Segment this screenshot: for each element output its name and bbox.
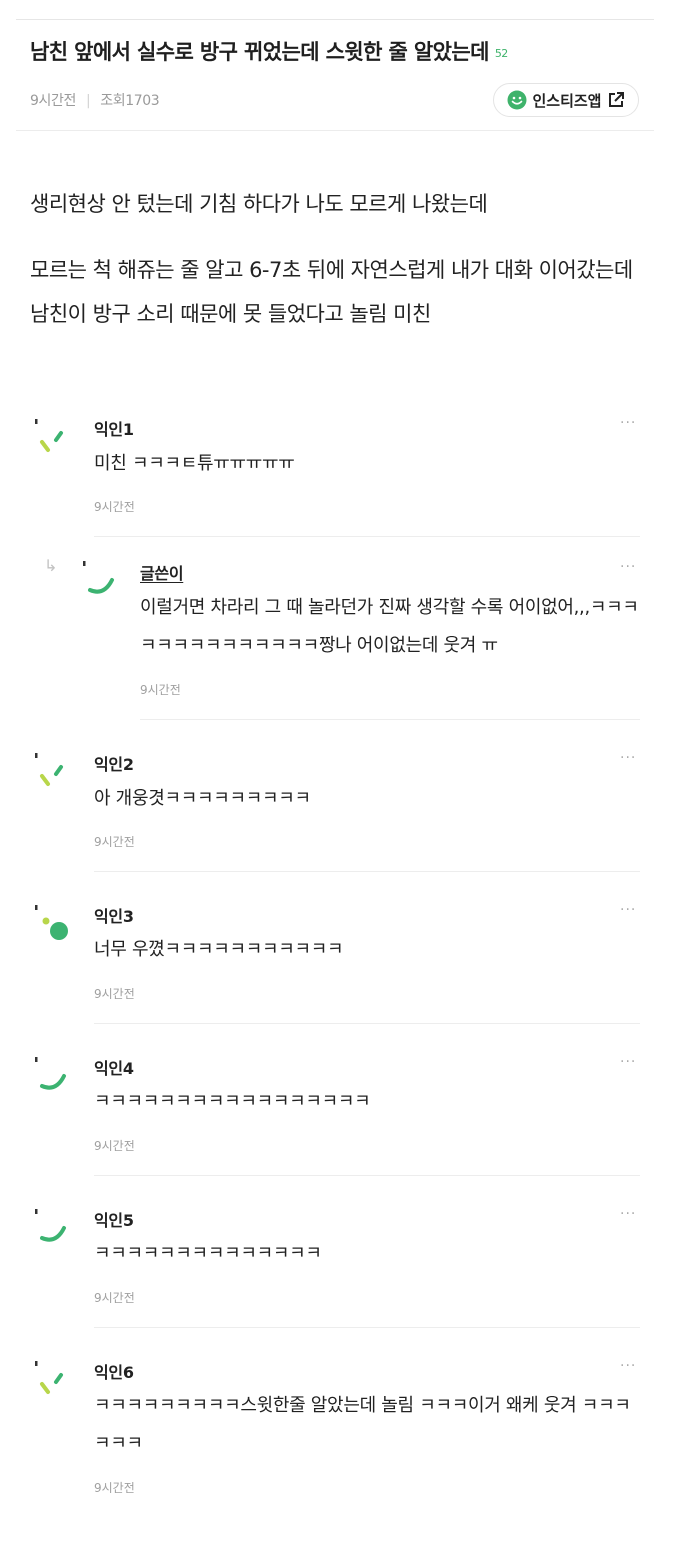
comment-time: 9시간전 <box>94 500 135 514</box>
reply-arrow-icon: ↳ <box>44 556 58 575</box>
comment-text: ㅋㅋㅋㅋㅋㅋㅋㅋㅋㅋㅋㅋㅋㅋ <box>94 1243 322 1264</box>
comment-author[interactable]: 익인4 <box>94 1055 134 1079</box>
more-dots-icon[interactable]: ··· <box>620 559 636 575</box>
comment-author[interactable]: 익인1 <box>94 416 134 440</box>
comment-text: ㅋㅋㅋㅋㅋㅋㅋㅋㅋ스윗한줄 알았는데 놀림 ㅋㅋㅋ이거 왜케 웃겨 ㅋㅋㅋㅋㅋㅋ <box>94 1395 631 1454</box>
more-dots-icon[interactable]: ··· <box>620 415 636 431</box>
avatar-icon <box>35 1361 63 1394</box>
comment-author[interactable]: 익인3 <box>94 903 134 927</box>
comment-author[interactable]: 익인6 <box>94 1359 134 1383</box>
post-body: 생리현상 안 텄는데 기침 하다가 나도 모르게 나왔는데 모르는 척 해쥬는 … <box>30 182 650 358</box>
comment-time: 9시간전 <box>94 1139 135 1153</box>
comment-divider <box>94 1175 640 1176</box>
more-dots-icon[interactable]: ··· <box>620 750 636 766</box>
post-title: 남친 앞에서 실수로 방구 뀌었는데 스윗한 줄 알았는데 52 <box>30 36 508 66</box>
more-dots-icon[interactable]: ··· <box>620 1358 636 1374</box>
header-divider <box>16 130 654 131</box>
comment-divider <box>140 719 640 720</box>
meta-separator: | <box>85 93 91 109</box>
more-dots-icon[interactable]: ··· <box>620 1054 636 1070</box>
open-app-label: 인스티즈앱 <box>532 91 602 110</box>
post-paragraph: 모르는 척 해쥬는 줄 알고 6-7초 뒤에 자연스럽게 내가 대화 이어갔는데… <box>30 258 633 326</box>
comment-author[interactable]: 익인2 <box>94 751 134 775</box>
top-divider <box>16 19 654 20</box>
comment-text: 아 개웅겻ㅋㅋㅋㅋㅋㅋㅋㅋㅋ <box>94 788 311 809</box>
avatar-icon <box>35 1209 66 1242</box>
smile-icon <box>507 90 527 110</box>
comment-divider <box>94 871 640 872</box>
comment-author[interactable]: 익인5 <box>94 1207 134 1231</box>
comment-author[interactable]: 글쓴이 <box>140 560 184 584</box>
more-dots-icon[interactable]: ··· <box>620 1206 636 1222</box>
post-time: 9시간전 <box>30 93 76 109</box>
comment-text: ㅋㅋㅋㅋㅋㅋㅋㅋㅋㅋㅋㅋㅋㅋㅋㅋㅋ <box>94 1091 371 1112</box>
post-views: 조회1703 <box>100 93 160 109</box>
comment-text: 이럴거면 차라리 그 때 놀라던가 진짜 생각할 수록 어이없어,,,ㅋㅋㅋㅋㅋ… <box>140 597 639 656</box>
post-title-text: 남친 앞에서 실수로 방구 뀌었는데 스윗한 줄 알았는데 <box>30 40 489 64</box>
comment-divider <box>94 536 640 537</box>
comment-time: 9시간전 <box>140 683 181 697</box>
post-paragraph: 생리현상 안 텄는데 기침 하다가 나도 모르게 나왔는데 <box>30 192 488 216</box>
comment-divider <box>94 1327 640 1328</box>
post-meta: 9시간전 | 조회1703 <box>30 90 160 110</box>
comment-time: 9시간전 <box>94 1291 135 1305</box>
open-app-button[interactable]: 인스티즈앱 <box>493 83 639 117</box>
comment-text: 미친 ㅋㅋㅋㅌ튜ㅠㅠㅠㅠㅠ <box>94 453 295 474</box>
avatar-icon <box>35 905 68 940</box>
avatar-icon <box>35 1057 66 1090</box>
avatar-icon <box>83 561 114 594</box>
comment-count[interactable]: 52 <box>495 47 508 60</box>
avatar-icon <box>35 753 63 786</box>
comment-time: 9시간전 <box>94 987 135 1001</box>
comment-text: 너무 우꼈ㅋㅋㅋㅋㅋㅋㅋㅋㅋㅋㅋ <box>94 939 344 960</box>
comment-time: 9시간전 <box>94 835 135 849</box>
comment-divider <box>94 1023 640 1024</box>
external-link-icon <box>608 92 624 107</box>
comment-time: 9시간전 <box>94 1481 135 1495</box>
avatar-icon <box>35 419 63 452</box>
more-dots-icon[interactable]: ··· <box>620 902 636 918</box>
